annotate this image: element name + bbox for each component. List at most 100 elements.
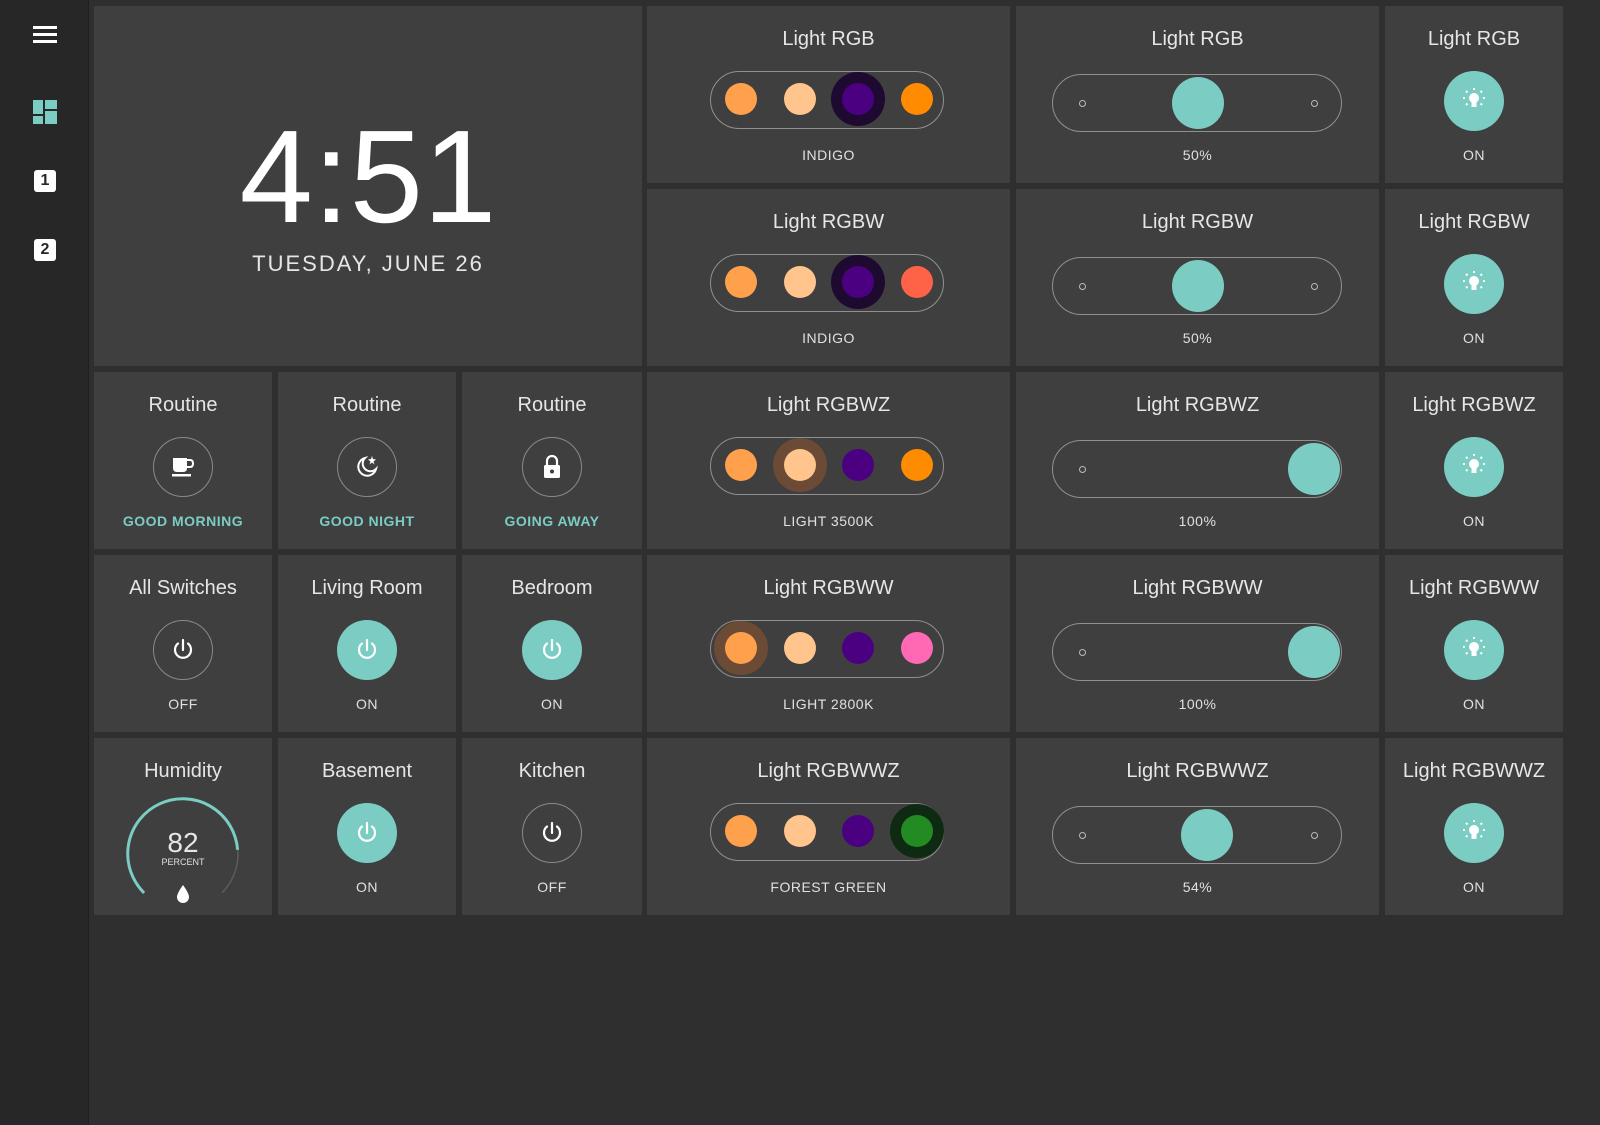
power-button[interactable] [337,803,397,863]
tile-title: Light RGBWWZ [1402,760,1546,782]
color-swatch-peach[interactable] [784,632,816,664]
brightness-slider[interactable] [1052,257,1342,315]
brightness-slider[interactable] [1052,440,1342,498]
brightness-slider[interactable] [1052,623,1342,681]
power-icon [357,821,377,842]
light-state: ON [1463,513,1485,529]
light-state: ON [1463,696,1485,712]
humidity-tile: Humidity 82 PERCENT [94,738,272,915]
tile-title: Light RGB [1151,28,1244,50]
light-bulb-button[interactable] [1444,620,1504,680]
light-color-tile[interactable]: Light RGBWZ LIGHT 3500K [647,372,1010,549]
color-swatch-orange[interactable] [725,815,757,847]
routine-tile-good-night[interactable]: Routine GOOD NIGHT [278,372,456,549]
light-color-tile[interactable]: Light RGBWWZ FOREST GREEN [647,738,1010,915]
light-color-tile[interactable]: Light RGBWW LIGHT 2800K [647,555,1010,732]
color-swatch-peach[interactable] [784,83,816,115]
color-swatch-orange[interactable] [725,266,757,298]
color-swatch-orange[interactable] [725,449,757,481]
routine-tile-going-away[interactable]: Routine GOING AWAY [462,372,642,549]
routine-name: GOING AWAY [504,513,600,529]
tile-title: Light RGBW [1141,211,1254,233]
light-toggle-tile[interactable]: Light RGBWZ ON [1385,372,1563,549]
color-swatch-indigo[interactable] [842,266,874,298]
slider-knob[interactable] [1288,625,1340,678]
slider-knob[interactable] [1172,76,1224,129]
clock-time: 4:51 [239,103,497,250]
brightness-slider[interactable] [1052,74,1342,132]
light-bulb-icon [1463,271,1485,290]
light-dimmer-tile: Light RGBW 50% [1016,189,1379,366]
tile-title: Light RGBWWZ [757,760,900,782]
color-swatch-dark-orange[interactable] [901,83,933,115]
color-swatch-indigo[interactable] [842,83,874,115]
light-color-tile[interactable]: Light RGBW INDIGO [647,189,1010,366]
routine-button[interactable] [337,437,397,497]
power-icon [357,638,377,659]
light-toggle-tile[interactable]: Light RGBWW ON [1385,555,1563,732]
power-button[interactable] [153,620,213,680]
color-swatch-hot-pink[interactable] [901,632,933,664]
tile-title: Light RGBWW [1132,577,1263,599]
slider-knob[interactable] [1172,259,1224,312]
power-icon [542,638,562,659]
slider-knob[interactable] [1288,442,1340,495]
view-1-button[interactable]: 1 [28,164,62,198]
light-toggle-tile[interactable]: Light RGBWWZ ON [1385,738,1563,915]
brightness-level: 54% [1182,879,1213,895]
tile-title: Light RGBW [772,211,885,233]
power-button[interactable] [337,620,397,680]
routine-button[interactable] [153,437,213,497]
light-bulb-button[interactable] [1444,803,1504,863]
color-swatch-indigo[interactable] [842,449,874,481]
light-toggle-tile[interactable]: Light RGB ON [1385,6,1563,183]
color-swatch-forest-green[interactable] [901,815,933,847]
switch-tile-living-room[interactable]: Living Room ON [278,555,456,732]
tile-title: Routine [332,394,402,416]
switch-state: ON [356,879,378,895]
view-2-button[interactable]: 2 [28,233,62,267]
power-button[interactable] [522,803,582,863]
slider-min-dot [1079,649,1086,656]
dashboard-icon[interactable] [28,95,62,129]
brightness-level: 100% [1178,513,1217,529]
color-swatch-peach[interactable] [784,815,816,847]
brightness-slider[interactable] [1052,806,1342,864]
coffee-icon [172,458,195,477]
light-dimmer-tile: Light RGBWW 100% [1016,555,1379,732]
light-bulb-icon [1463,820,1485,839]
switch-tile-basement[interactable]: Basement ON [278,738,456,915]
switch-state: ON [541,696,563,712]
tile-title: Light RGB [1427,28,1521,50]
color-name: LIGHT 2800K [783,696,874,712]
switch-tile-bedroom[interactable]: Bedroom ON [462,555,642,732]
slider-knob[interactable] [1181,808,1233,861]
light-bulb-button[interactable] [1444,254,1504,314]
slider-max-dot [1311,100,1318,107]
color-swatch-tomato[interactable] [901,266,933,298]
color-swatch-peach[interactable] [784,266,816,298]
light-dimmer-tile: Light RGBWZ 100% [1016,372,1379,549]
color-swatch-orange[interactable] [725,632,757,664]
routine-tile-good-morning[interactable]: Routine GOOD MORNING [94,372,272,549]
tile-title: Light RGBW [1418,211,1530,233]
switch-tile-all-switches[interactable]: All Switches OFF [94,555,272,732]
routine-name: GOOD MORNING [122,513,244,529]
color-swatch-indigo[interactable] [842,815,874,847]
light-bulb-button[interactable] [1444,437,1504,497]
power-button[interactable] [522,620,582,680]
light-toggle-tile[interactable]: Light RGBW ON [1385,189,1563,366]
color-swatch-peach[interactable] [784,449,816,481]
color-swatch-dark-orange[interactable] [901,449,933,481]
light-color-tile[interactable]: Light RGB INDIGO [647,6,1010,183]
color-swatch-orange[interactable] [725,83,757,115]
brightness-level: 50% [1182,330,1213,346]
slider-min-dot [1079,832,1086,839]
light-bulb-button[interactable] [1444,71,1504,131]
switch-tile-kitchen[interactable]: Kitchen OFF [462,738,642,915]
color-swatch-indigo[interactable] [842,632,874,664]
routine-button[interactable] [522,437,582,497]
menu-icon[interactable] [28,17,62,51]
light-dimmer-tile: Light RGB 50% [1016,6,1379,183]
brightness-level: 50% [1182,147,1213,163]
